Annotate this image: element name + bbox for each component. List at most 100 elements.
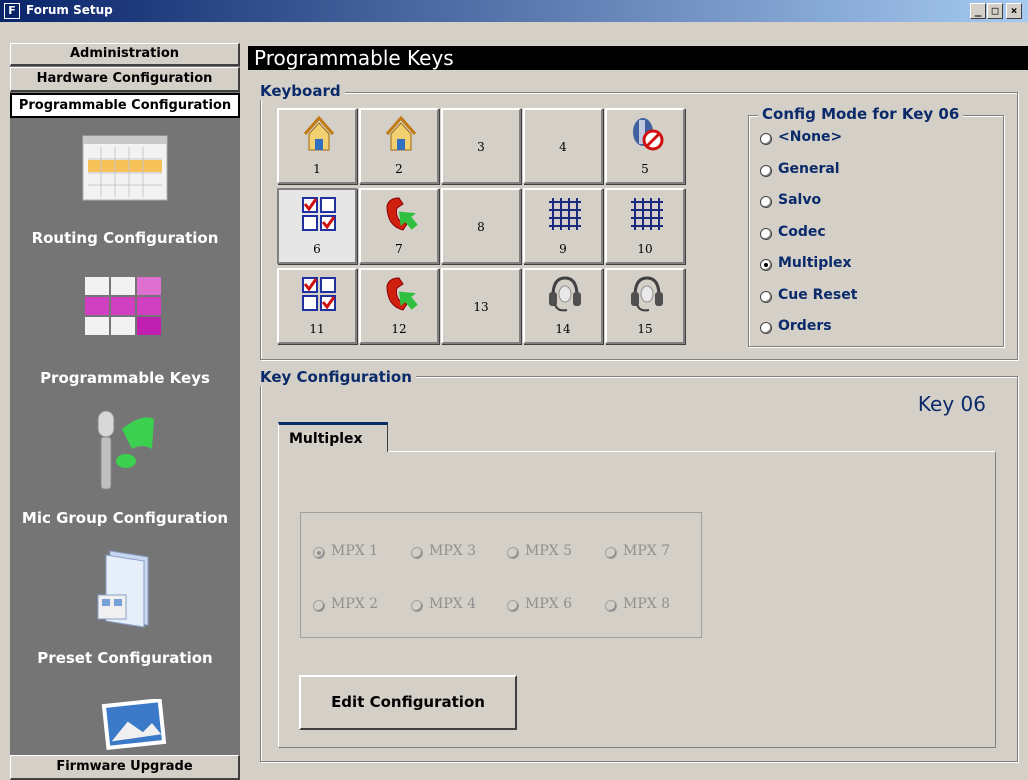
key-button-12[interactable]: 12 — [359, 268, 439, 344]
radio-label: MPX 2 — [331, 596, 379, 612]
title-bar: F Forum Setup _ □ × — [0, 0, 1028, 22]
key-button-11[interactable]: 11 — [277, 268, 357, 344]
radio-label: Codec — [778, 223, 826, 240]
radio-label: MPX 4 — [429, 596, 477, 612]
phone-arrow-icon — [383, 194, 419, 234]
sidebar: Administration Hardware Configuration Pr… — [10, 43, 240, 780]
key-button-5[interactable]: 5 — [605, 108, 685, 184]
key-button-3[interactable]: 3 — [441, 108, 521, 184]
edit-configuration-button[interactable]: Edit Configuration — [299, 675, 517, 730]
key-number: 11 — [309, 322, 325, 336]
house-icon — [301, 114, 337, 154]
radio-label: MPX 3 — [429, 543, 477, 559]
key-number: 7 — [395, 242, 403, 256]
sidebar-item-label: Routing Configuration — [31, 229, 219, 247]
folder-icon — [97, 550, 149, 628]
pink-grid-icon — [85, 277, 161, 335]
key-number: 2 — [395, 162, 403, 176]
key-button-2[interactable]: 2 — [359, 108, 439, 184]
radio-circle — [760, 290, 772, 303]
checkbox-grid-icon — [301, 274, 337, 314]
key-number: 9 — [559, 242, 567, 256]
app-icon: F — [4, 3, 20, 19]
minimize-button[interactable]: _ — [970, 3, 986, 19]
radio-label: Multiplex — [778, 255, 852, 271]
close-button[interactable]: × — [1006, 3, 1022, 19]
key-number: 14 — [555, 322, 571, 336]
radio-circle — [760, 322, 772, 334]
radio-circle — [605, 547, 617, 559]
radio-label: Cue Reset — [778, 286, 858, 303]
sidebar-button-hardware-configuration[interactable]: Hardware Configuration — [10, 67, 240, 92]
config-mode-label: Config Mode for Key 06 — [758, 105, 964, 123]
key-number: 6 — [313, 242, 321, 256]
radio-circle — [760, 227, 772, 240]
key-button-7[interactable]: 7 — [359, 188, 439, 264]
key-button-14[interactable]: 14 — [523, 268, 603, 344]
tab-multiplex[interactable]: Multiplex — [278, 422, 388, 452]
matrix-grid-icon — [629, 194, 665, 234]
blocked-speaker-icon — [629, 114, 665, 154]
radio-label: Orders — [778, 318, 832, 334]
key-number: 12 — [391, 322, 407, 336]
radio-circle — [760, 133, 772, 145]
matrix-grid-icon — [547, 194, 583, 234]
calendar-grid-icon — [82, 135, 168, 201]
radio-label: <None> — [778, 129, 843, 145]
radio-dot — [317, 551, 321, 555]
radio-label: MPX 6 — [525, 596, 573, 612]
radio-circle — [411, 600, 423, 612]
radio-label: MPX 8 — [623, 596, 671, 612]
keyboard-group-label: Keyboard — [256, 82, 345, 100]
window-title: Forum Setup — [26, 3, 113, 17]
radio-label: Salvo — [778, 192, 822, 208]
key-number: 5 — [641, 162, 649, 176]
sidebar-item-label: Preset Configuration — [37, 649, 213, 667]
photo-icon — [101, 699, 167, 751]
house-icon — [383, 114, 419, 154]
key-number: 1 — [313, 162, 321, 176]
radio-circle — [760, 164, 772, 177]
headset-icon — [547, 274, 583, 314]
phone-arrow-icon — [383, 274, 419, 314]
key-number: 3 — [477, 140, 485, 154]
key-button-13[interactable]: 13 — [441, 268, 521, 344]
radio-circle — [411, 547, 423, 559]
tab-label: Multiplex — [289, 431, 363, 447]
radio-label: MPX 7 — [623, 543, 671, 559]
key-button-6[interactable]: 6 — [277, 188, 357, 264]
key-button-1[interactable]: 1 — [277, 108, 357, 184]
radio-circle — [313, 547, 325, 559]
key-button-15[interactable]: 15 — [605, 268, 685, 344]
key-configuration-label: Key Configuration — [256, 368, 416, 386]
sidebar-button-firmware-upgrade[interactable]: Firmware Upgrade — [10, 755, 240, 780]
radio-circle — [507, 600, 519, 612]
sidebar-item-label: Programmable Keys — [40, 369, 210, 387]
headset-icon — [629, 274, 665, 314]
key-number: 4 — [559, 140, 567, 154]
maximize-button[interactable]: □ — [987, 3, 1003, 19]
key-number: 15 — [637, 322, 653, 336]
checkbox-grid-icon — [301, 194, 337, 234]
radio-circle — [507, 547, 519, 559]
radio-label: MPX 5 — [525, 543, 573, 559]
sidebar-button-administration[interactable]: Administration — [10, 43, 240, 66]
key-name-label: Key 06 — [917, 392, 986, 416]
key-button-8[interactable]: 8 — [441, 188, 521, 264]
sidebar-item-label: Mic Group Configuration — [21, 509, 229, 527]
radio-circle — [605, 600, 617, 612]
mpx-options-box — [300, 512, 702, 638]
key-button-9[interactable]: 9 — [523, 188, 603, 264]
key-button-4[interactable]: 4 — [523, 108, 603, 184]
key-number: 13 — [473, 300, 489, 314]
radio-circle — [313, 600, 325, 612]
radio-circle — [760, 196, 772, 208]
radio-label: MPX 1 — [331, 543, 379, 559]
page-title: Programmable Keys — [248, 46, 1028, 70]
key-button-10[interactable]: 10 — [605, 188, 685, 264]
microphone-note-icon — [97, 410, 154, 490]
key-number: 10 — [637, 242, 653, 256]
radio-circle — [760, 259, 772, 271]
radio-label: General — [778, 160, 840, 177]
sidebar-button-programmable-configuration[interactable]: Programmable Configuration — [10, 93, 240, 118]
